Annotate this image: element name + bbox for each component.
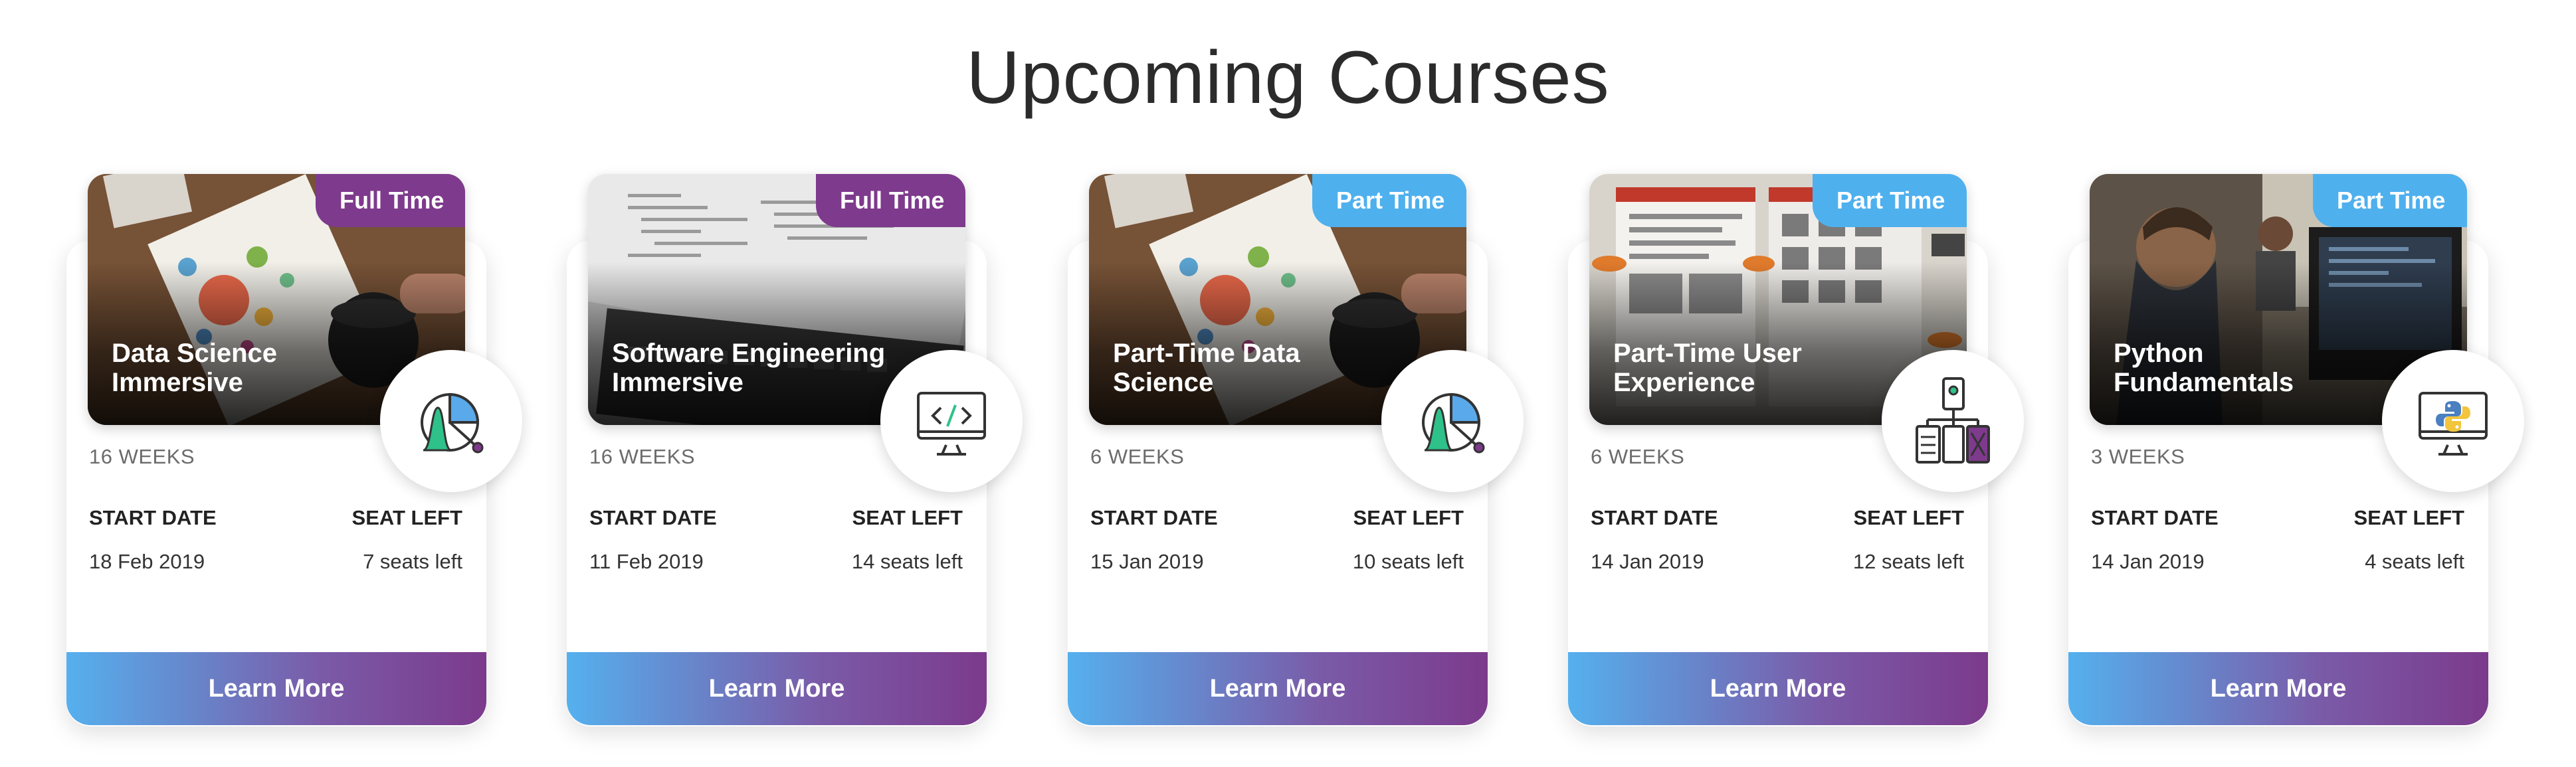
- ux-wireframe-icon: [1916, 377, 1990, 464]
- course-duration: 6 WEEKS: [1591, 445, 1685, 468]
- data-chart-icon: [421, 392, 484, 454]
- course-title: Part-Time Data Science: [1113, 339, 1300, 397]
- seat-left-label: SEAT LEFT: [1353, 506, 1464, 529]
- course-icon-badge: [880, 350, 1023, 492]
- seats-left-value: 10 seats left: [1352, 550, 1464, 573]
- seat-left-label: SEAT LEFT: [1853, 506, 1964, 529]
- seats-left-value: 14 seats left: [851, 550, 963, 573]
- start-date-value: 14 Jan 2019: [1591, 550, 1704, 573]
- course-title: Data Science Immersive: [112, 339, 278, 397]
- course-icon-badge: [1381, 350, 1524, 492]
- course-icon-badge: [1882, 350, 2024, 492]
- learn-more-button[interactable]: Learn More: [1068, 652, 1488, 725]
- start-date-label: START DATE: [89, 506, 217, 529]
- course-duration: 16 WEEKS: [89, 445, 195, 468]
- seats-left-value: 12 seats left: [1852, 550, 1964, 573]
- course-duration: 6 WEEKS: [1090, 445, 1185, 468]
- course-type-badge: Part Time: [1813, 174, 1967, 227]
- courses-section: Upcoming Courses Data Science Immersive …: [0, 0, 2576, 767]
- start-date-label: START DATE: [589, 506, 717, 529]
- start-date-label: START DATE: [1591, 506, 1718, 529]
- start-date-value: 14 Jan 2019: [2091, 550, 2205, 573]
- start-date-value: 18 Feb 2019: [89, 550, 205, 573]
- start-date-value: 15 Jan 2019: [1090, 550, 1204, 573]
- seat-left-label: SEAT LEFT: [2353, 506, 2464, 529]
- learn-more-button[interactable]: Learn More: [567, 652, 987, 725]
- seat-left-label: SEAT LEFT: [852, 506, 963, 529]
- seat-left-label: SEAT LEFT: [351, 506, 462, 529]
- seats-left-value: 7 seats left: [363, 550, 462, 573]
- course-type-badge: Full Time: [816, 174, 965, 227]
- course-duration: 3 WEEKS: [2091, 445, 2185, 468]
- page-title: Upcoming Courses: [966, 36, 1610, 119]
- data-chart-icon: [1422, 392, 1485, 454]
- course-type-badge: Part Time: [1312, 174, 1466, 227]
- course-type-badge: Part Time: [2313, 174, 2467, 227]
- python-monitor-icon: [2419, 392, 2488, 456]
- learn-more-button[interactable]: Learn More: [2068, 652, 2488, 725]
- course-title: Software Engineering Immersive: [612, 339, 886, 397]
- course-title: Part-Time User Experience: [1613, 339, 1802, 397]
- learn-more-button[interactable]: Learn More: [66, 652, 486, 725]
- course-type-badge: Full Time: [316, 174, 465, 227]
- start-date-label: START DATE: [1090, 506, 1218, 529]
- start-date-value: 11 Feb 2019: [589, 550, 704, 573]
- course-icon-badge: [380, 350, 522, 492]
- learn-more-button[interactable]: Learn More: [1568, 652, 1988, 725]
- course-duration: 16 WEEKS: [589, 445, 696, 468]
- code-monitor-icon: [917, 392, 986, 456]
- course-icon-badge: [2382, 350, 2524, 492]
- start-date-label: START DATE: [2091, 506, 2219, 529]
- seats-left-value: 4 seats left: [2365, 550, 2464, 573]
- course-title: Python Fundamentals: [2114, 339, 2294, 397]
